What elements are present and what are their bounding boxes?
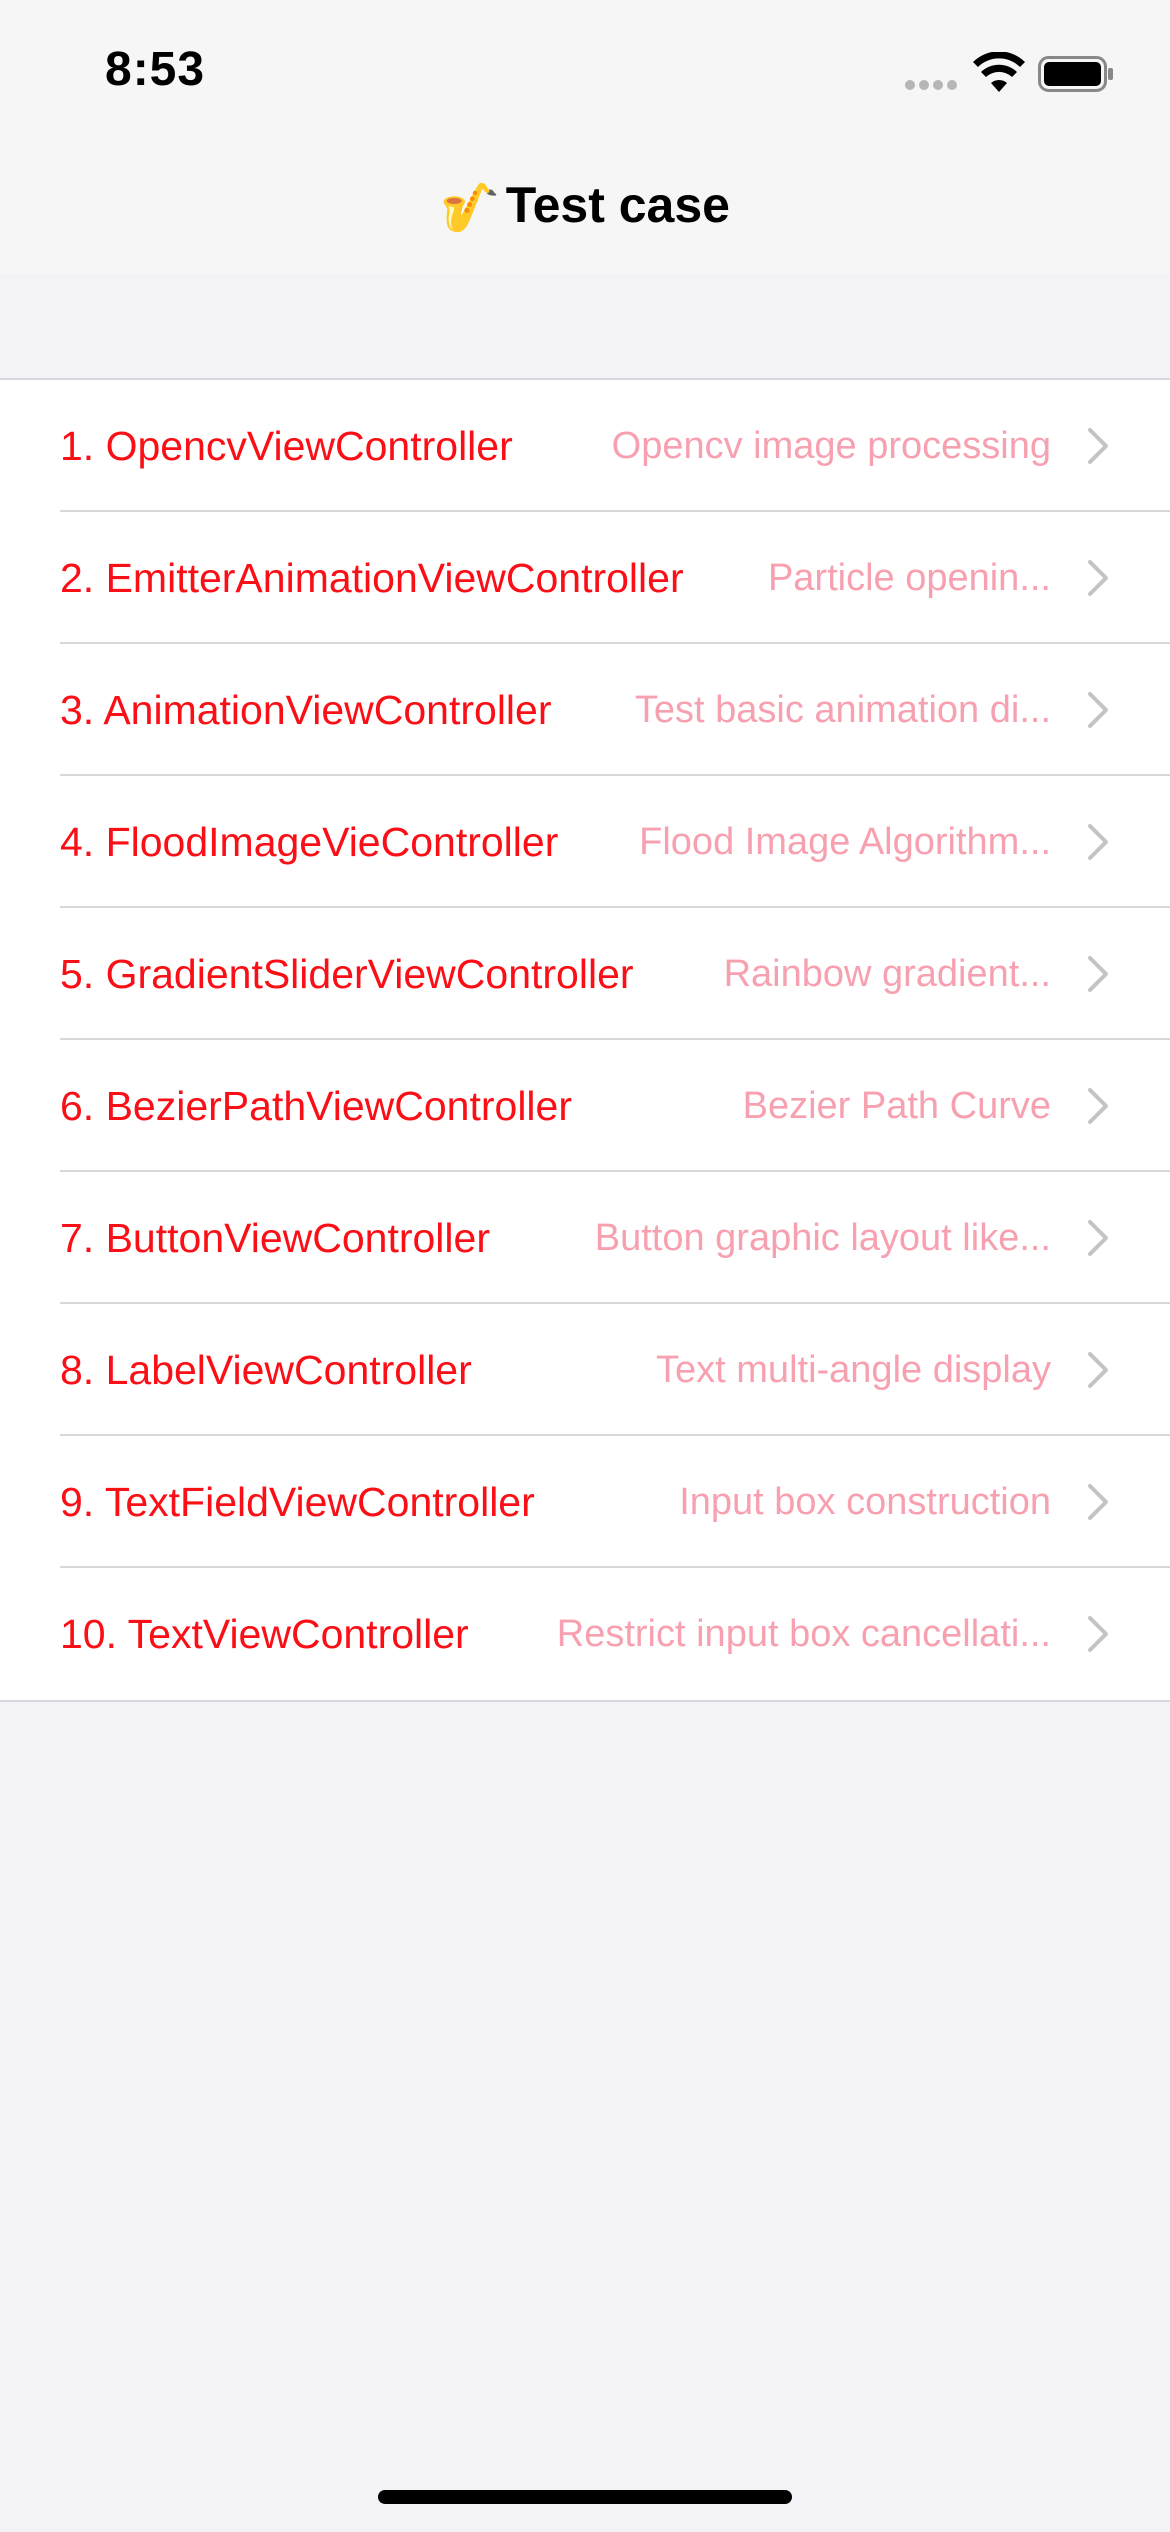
list-item-title: 8. LabelViewController [60,1347,472,1393]
chevron-right-icon [1088,560,1108,596]
list-item-title: 4. FloodImageVieController [60,819,559,865]
home-indicator[interactable] [378,2490,792,2504]
cellular-signal-icon [905,80,959,92]
chevron-right-icon [1088,1220,1108,1256]
wifi-icon [973,52,1025,92]
test-case-list: 1. OpencvViewController Opencv image proc… [0,378,1170,1702]
list-item[interactable]: 1. OpencvViewController Opencv image proc… [0,380,1170,512]
chevron-right-icon [1088,1088,1108,1124]
list-item-detail: Restrict input box cancellati... [556,1613,1051,1655]
page-title-text: Test case [505,177,730,233]
chevron-right-icon [1088,428,1108,464]
list-item-detail: Button graphic layout like... [594,1217,1051,1259]
battery-icon [1038,56,1113,92]
list-item-detail: Input box construction [679,1481,1051,1523]
list-item[interactable]: 8. LabelViewController Text multi-angle d… [0,1304,1170,1436]
list-item[interactable]: 7. ButtonViewController Button graphic la… [0,1172,1170,1304]
chevron-right-icon [1088,1616,1108,1652]
list-item-title: 2. EmitterAnimationViewController [60,555,684,601]
status-time: 8:53 [105,43,206,96]
list-item-detail: Bezier Path Curve [742,1085,1051,1127]
chevron-right-icon [1088,824,1108,860]
list-item[interactable]: 2. EmitterAnimationViewController Particl… [0,512,1170,644]
list-item[interactable]: 3. AnimationViewController Test basic ani… [0,644,1170,776]
status-bar: 8:53 [0,0,1170,140]
list-item-title: 7. ButtonViewController [60,1215,490,1261]
list-item-title: 3. AnimationViewController [60,687,552,733]
list-item[interactable]: 4. FloodImageVieController Flood Image Al… [0,776,1170,908]
chevron-right-icon [1088,1352,1108,1388]
chevron-right-icon [1088,1484,1108,1520]
list-item-title: 1. OpencvViewController [60,423,513,469]
list-item-detail: Opencv image processing [611,425,1051,467]
list-item-title: 6. BezierPathViewController [60,1083,572,1129]
list-item-detail: Text multi-angle display [656,1349,1051,1391]
list-item-detail: Flood Image Algorithm... [639,821,1051,863]
list-item-detail: Rainbow gradient... [723,953,1051,995]
list-item-detail: Particle openin... [767,557,1051,599]
list-item-detail: Test basic animation di... [634,689,1051,731]
list-item[interactable]: 5. GradientSliderViewController Rainbow g… [0,908,1170,1040]
navigation-bar: 🎷 Test case [0,140,1170,274]
list-item[interactable]: 6. BezierPathViewController Bezier Path C… [0,1040,1170,1172]
chevron-right-icon [1088,956,1108,992]
list-item[interactable]: 10. TextViewController Restrict input box… [0,1568,1170,1700]
chevron-right-icon [1088,692,1108,728]
saxophone-icon: 🎷 [440,182,500,235]
list-item-title: 9. TextFieldViewController [60,1479,535,1525]
list-item-title: 10. TextViewController [60,1611,469,1657]
list-item-title: 5. GradientSliderViewController [60,951,634,997]
page-title: 🎷 Test case [0,176,1170,236]
list-item[interactable]: 9. TextFieldViewController Input box cons… [0,1436,1170,1568]
